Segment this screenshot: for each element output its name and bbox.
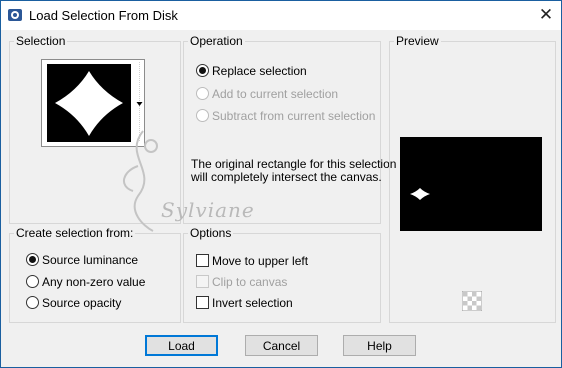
clip-to-canvas-checkbox bbox=[196, 275, 209, 288]
title-bar[interactable]: Load Selection From Disk ✕ bbox=[1, 1, 561, 30]
subtract-from-selection-radio bbox=[196, 109, 209, 122]
window-title: Load Selection From Disk bbox=[29, 8, 178, 23]
selection-group-label: Selection bbox=[14, 34, 68, 48]
options-group-label: Options bbox=[188, 226, 234, 240]
dialog-window: Load Selection From Disk ✕ Selection Ope… bbox=[0, 0, 562, 368]
preview-canvas bbox=[400, 137, 542, 231]
any-non-zero-value-radio[interactable] bbox=[26, 275, 39, 288]
intersect-info-text: The original rectangle for this selectio… bbox=[191, 158, 396, 184]
load-button[interactable]: Load bbox=[145, 335, 218, 356]
add-to-selection-radio bbox=[196, 87, 209, 100]
source-luminance-label[interactable]: Source luminance bbox=[42, 253, 138, 267]
invert-selection-checkbox[interactable] bbox=[196, 296, 209, 309]
watermark-text: Sylviane bbox=[161, 198, 255, 222]
source-luminance-radio[interactable] bbox=[26, 253, 39, 266]
cancel-button[interactable]: Cancel bbox=[245, 335, 318, 356]
close-icon[interactable]: ✕ bbox=[531, 1, 561, 30]
transparency-checker-icon[interactable] bbox=[462, 291, 482, 311]
invert-selection-label[interactable]: Invert selection bbox=[212, 296, 293, 310]
source-opacity-label[interactable]: Source opacity bbox=[42, 296, 121, 310]
create-selection-group-label: Create selection from: bbox=[14, 226, 136, 240]
move-to-upper-left-checkbox[interactable] bbox=[196, 254, 209, 267]
subtract-from-selection-label: Subtract from current selection bbox=[212, 109, 376, 123]
add-to-selection-label: Add to current selection bbox=[212, 87, 339, 101]
preview-group-label: Preview bbox=[394, 34, 441, 48]
operation-group-label: Operation bbox=[188, 34, 245, 48]
replace-selection-label[interactable]: Replace selection bbox=[212, 64, 307, 78]
info-line-2: will completely intersect the canvas. bbox=[191, 170, 382, 184]
clip-to-canvas-label: Clip to canvas bbox=[212, 275, 288, 289]
source-opacity-radio[interactable] bbox=[26, 296, 39, 309]
move-to-upper-left-label[interactable]: Move to upper left bbox=[212, 254, 308, 268]
app-icon bbox=[8, 9, 22, 21]
replace-selection-radio[interactable] bbox=[196, 64, 209, 77]
help-button[interactable]: Help bbox=[343, 335, 416, 356]
any-non-zero-value-label[interactable]: Any non-zero value bbox=[42, 275, 145, 289]
